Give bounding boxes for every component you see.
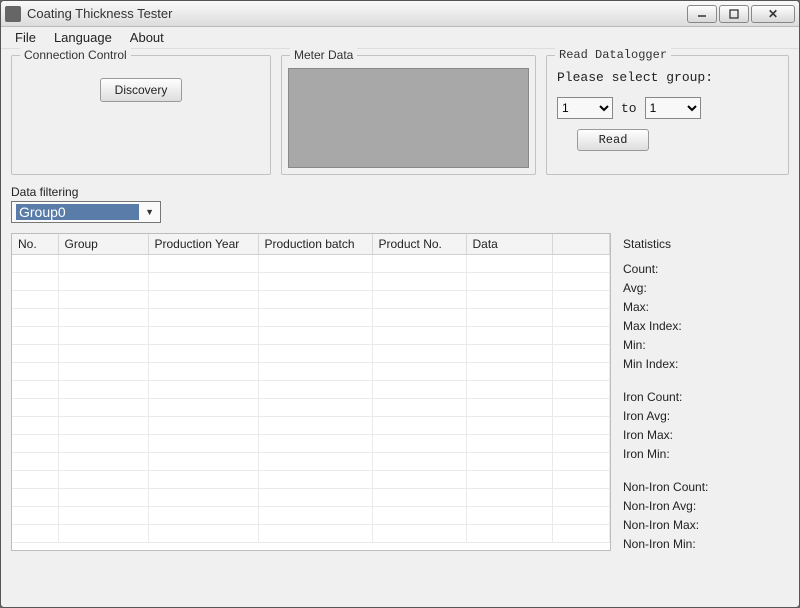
read-button[interactable]: Read xyxy=(577,129,649,151)
discovery-button[interactable]: Discovery xyxy=(100,78,183,102)
data-filtering-label: Data filtering xyxy=(11,185,789,199)
table-row[interactable] xyxy=(12,507,610,525)
stats-header: Statistics xyxy=(623,235,789,254)
table-row[interactable] xyxy=(12,435,610,453)
to-label: to xyxy=(621,101,637,116)
discovery-button-label: Discovery xyxy=(115,83,168,97)
group-range-row: 1 to 1 xyxy=(557,97,778,119)
window-title: Coating Thickness Tester xyxy=(27,6,687,21)
chevron-down-icon: ▼ xyxy=(145,207,154,217)
menu-about[interactable]: About xyxy=(130,30,164,45)
stat-min-index: Min Index: xyxy=(623,355,789,374)
stat-avg: Avg: xyxy=(623,279,789,298)
connection-control-group: Connection Control Discovery xyxy=(11,55,271,175)
stat-non-iron-avg: Non-Iron Avg: xyxy=(623,497,789,516)
group-from-select[interactable]: 1 xyxy=(557,97,613,119)
menu-language[interactable]: Language xyxy=(54,30,112,45)
reader-legend: Read Datalogger xyxy=(555,48,671,62)
close-button[interactable]: ✕ xyxy=(751,5,795,23)
stat-max: Max: xyxy=(623,298,789,317)
maximize-button[interactable] xyxy=(719,5,749,23)
reader-prompt: Please select group: xyxy=(557,70,778,85)
table-header-row: No. Group Production Year Production bat… xyxy=(12,234,610,255)
stat-non-iron-min: Non-Iron Min: xyxy=(623,535,789,554)
menu-file[interactable]: File xyxy=(15,30,36,45)
col-no[interactable]: No. xyxy=(12,234,58,255)
stat-max-index: Max Index: xyxy=(623,317,789,336)
close-icon: ✕ xyxy=(768,7,778,21)
app-icon xyxy=(5,6,21,22)
stat-min: Min: xyxy=(623,336,789,355)
table-row[interactable] xyxy=(12,525,610,543)
stat-iron-avg: Iron Avg: xyxy=(623,407,789,426)
menubar: File Language About xyxy=(1,27,799,49)
read-datalogger-group: Read Datalogger Please select group: 1 t… xyxy=(546,55,789,175)
table-row[interactable] xyxy=(12,345,610,363)
stat-iron-min: Iron Min: xyxy=(623,445,789,464)
meter-data-group: Meter Data xyxy=(281,55,536,175)
col-year[interactable]: Production Year xyxy=(148,234,258,255)
connection-legend: Connection Control xyxy=(20,48,131,62)
table-row[interactable] xyxy=(12,417,610,435)
col-product[interactable]: Product No. xyxy=(372,234,466,255)
stat-iron-max: Iron Max: xyxy=(623,426,789,445)
read-button-label: Read xyxy=(599,133,628,147)
table-row[interactable] xyxy=(12,381,610,399)
table-row[interactable] xyxy=(12,471,610,489)
data-filtering-select[interactable]: Group0 ▼ xyxy=(11,201,161,223)
window-controls: ✕ xyxy=(687,5,795,23)
table-row[interactable] xyxy=(12,399,610,417)
stat-count: Count: xyxy=(623,260,789,279)
stat-iron-count: Iron Count: xyxy=(623,388,789,407)
col-data[interactable]: Data xyxy=(466,234,552,255)
table-row[interactable] xyxy=(12,327,610,345)
table-row[interactable] xyxy=(12,489,610,507)
minimize-button[interactable] xyxy=(687,5,717,23)
group-to-select[interactable]: 1 xyxy=(645,97,701,119)
table-body xyxy=(12,255,610,543)
table-row[interactable] xyxy=(12,255,610,273)
data-table: No. Group Production Year Production bat… xyxy=(12,234,610,543)
stat-non-iron-count: Non-Iron Count: xyxy=(623,478,789,497)
maximize-icon xyxy=(729,9,739,19)
col-spare xyxy=(552,234,610,255)
client-area: Connection Control Discovery Meter Data … xyxy=(1,49,799,564)
table-row[interactable] xyxy=(12,309,610,327)
col-group[interactable]: Group xyxy=(58,234,148,255)
titlebar: Coating Thickness Tester ✕ xyxy=(1,1,799,27)
app-window: Coating Thickness Tester ✕ File Language… xyxy=(0,0,800,608)
col-batch[interactable]: Production batch xyxy=(258,234,372,255)
stat-non-iron-max: Non-Iron Max: xyxy=(623,516,789,535)
minimize-icon xyxy=(697,9,707,19)
data-filtering-selected: Group0 xyxy=(16,204,139,220)
top-row: Connection Control Discovery Meter Data … xyxy=(11,55,789,175)
mid-row: No. Group Production Year Production bat… xyxy=(11,233,789,554)
data-table-wrap: No. Group Production Year Production bat… xyxy=(11,233,611,551)
meter-legend: Meter Data xyxy=(290,48,357,62)
table-row[interactable] xyxy=(12,363,610,381)
table-row[interactable] xyxy=(12,291,610,309)
table-row[interactable] xyxy=(12,273,610,291)
statistics-panel: Statistics Count: Avg: Max: Max Index: M… xyxy=(623,233,789,554)
meter-data-area xyxy=(288,68,529,168)
table-row[interactable] xyxy=(12,453,610,471)
